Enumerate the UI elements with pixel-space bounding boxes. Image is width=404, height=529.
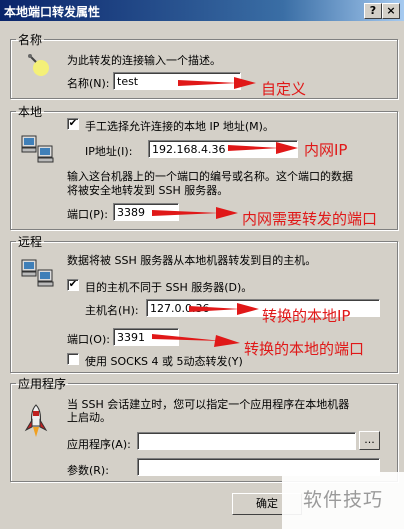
app-path-field[interactable] xyxy=(137,432,356,450)
arrow-to-ip xyxy=(228,142,298,154)
name-desc: 为此转发的连接输入一个描述。 xyxy=(67,54,221,67)
annotation-intranet-ip: 内网IP xyxy=(304,141,348,159)
remote-host-checkbox-label: 目的主机不同于 SSH 服务器(D)。 xyxy=(85,281,253,294)
title-bar[interactable]: 本地端口转发属性 ? × xyxy=(0,0,404,21)
socks-checkbox-label: 使用 SOCKS 4 或 5动态转发(Y) xyxy=(85,355,243,368)
remote-port-label: 端口(O): xyxy=(67,333,110,346)
name-label: 名称(N): xyxy=(67,77,110,90)
local-ip-checkbox-label: 手工选择允许连接的本地 IP 地址(M)。 xyxy=(85,120,274,133)
local-group-legend: 本地 xyxy=(18,105,43,119)
arrow-to-name xyxy=(178,77,256,89)
host-label: 主机名(H): xyxy=(85,304,139,317)
remote-host-checkbox[interactable]: ✔ xyxy=(67,279,79,291)
name-tag-icon xyxy=(28,54,49,76)
help-button[interactable]: ? xyxy=(364,3,382,19)
rocket-icon xyxy=(24,404,48,437)
remote-desc: 数据将被 SSH 服务器从本地机器转发到目的主机。 xyxy=(67,254,317,267)
local-ip-checkbox[interactable]: ✔ xyxy=(67,118,79,130)
annotation-local-ip: 转换的本地IP xyxy=(262,307,351,325)
name-group-legend: 名称 xyxy=(18,33,43,47)
window-title: 本地端口转发属性 xyxy=(4,5,101,19)
dialog-window: 本地端口转发属性 ? × 名称 为此转发的连接输入一个描述。 名称(N): te… xyxy=(0,0,404,529)
params-label: 参数(R): xyxy=(67,464,109,477)
remote-computer-icon xyxy=(21,259,54,287)
local-computer-icon xyxy=(21,135,54,163)
annotation-intranet-port: 内网需要转发的端口 xyxy=(242,210,378,228)
remote-group-legend: 远程 xyxy=(18,235,43,249)
close-button[interactable]: × xyxy=(382,3,400,19)
app-desc-line2: 上启动。 xyxy=(67,411,111,424)
local-port-label: 端口(P): xyxy=(67,208,108,221)
arrow-to-local-port xyxy=(152,207,238,219)
browse-button[interactable]: ... xyxy=(359,431,380,450)
ip-label: IP地址(I): xyxy=(85,145,133,158)
annotation-local-port: 转换的本地的端口 xyxy=(244,340,365,358)
socks-checkbox[interactable] xyxy=(67,353,79,365)
app-label: 应用程序(A): xyxy=(67,438,131,451)
arrow-to-host xyxy=(189,303,259,315)
arrow-to-remote-port xyxy=(152,334,240,347)
annotation-custom: 自定义 xyxy=(261,80,307,98)
app-group-legend: 应用程序 xyxy=(18,377,67,391)
watermark: 软件技巧 xyxy=(282,472,404,529)
local-desc-line2: 将被安全地转发到 SSH 服务器。 xyxy=(67,184,229,197)
